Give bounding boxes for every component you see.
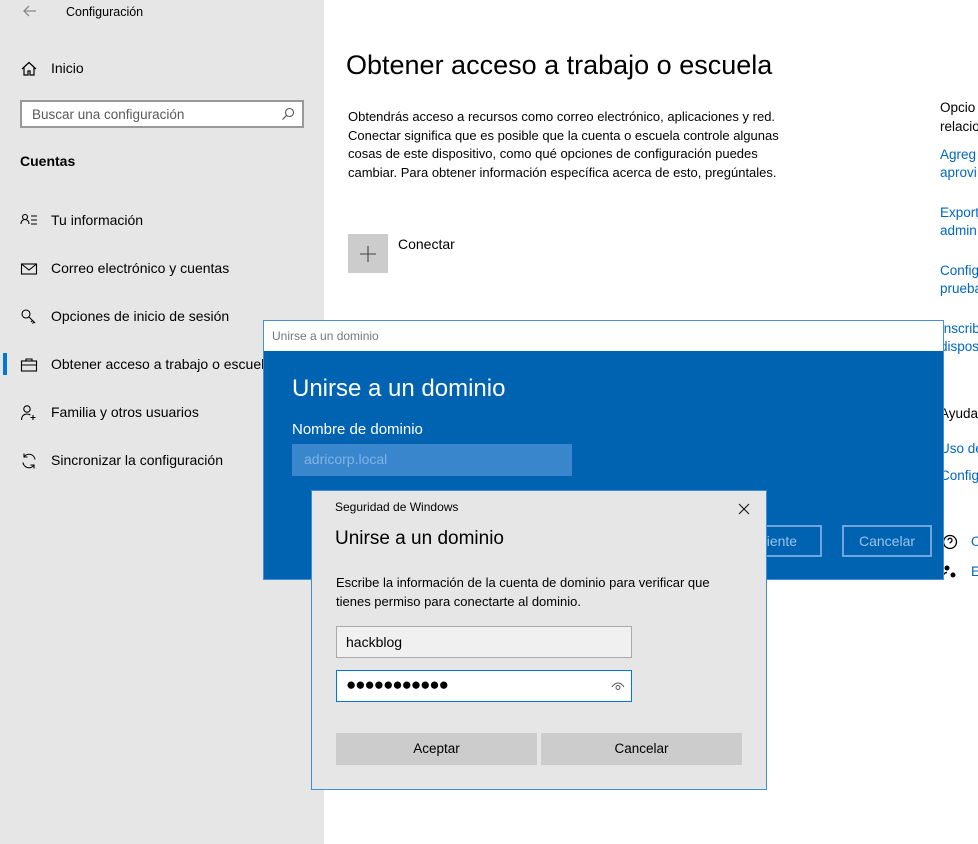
connect-button[interactable] <box>348 234 388 273</box>
page-title: Obtener acceso a trabajo o escuela <box>346 50 773 80</box>
security-dialog-message: Escribe la información de la cuenta de d… <box>336 575 710 609</box>
sidebar-item-label: Opciones de inicio de sesión <box>51 308 230 324</box>
dialog-heading: Unirse a un dominio <box>292 375 506 402</box>
key-icon <box>20 308 38 326</box>
mail-icon <box>20 260 38 278</box>
sidebar-item-label: Correo electrónico y cuentas <box>51 260 230 276</box>
related-link-enroll[interactable]: Inscrib <box>940 321 978 336</box>
briefcase-icon <box>20 356 38 374</box>
security-dialog-heading: Unirse a un dominio <box>335 528 504 549</box>
cancel-button[interactable]: Cancelar <box>842 525 932 557</box>
help-link-config[interactable]: Config <box>940 468 978 483</box>
page-description: Obtendrás acceso a recursos como correo … <box>348 109 779 181</box>
help-link-usage[interactable]: Uso de <box>940 441 978 456</box>
person-add-icon <box>20 404 38 422</box>
dialog-titlebar-text: Unirse a un dominio <box>272 329 379 343</box>
windows-security-dialog: Seguridad de Windows Unirse a un dominio… <box>311 490 767 790</box>
sidebar-item-label: Familia y otros usuarios <box>51 404 199 420</box>
domain-name-label: Nombre de dominio <box>292 421 423 438</box>
sidebar-item-your-info[interactable]: Tu información <box>0 201 324 241</box>
security-cancel-button[interactable]: Cancelar <box>541 733 742 765</box>
reveal-password-icon[interactable] <box>611 680 625 692</box>
dialog-titlebar[interactable]: Unirse a un dominio <box>264 321 943 351</box>
search-placeholder: Buscar una configuración <box>32 107 185 122</box>
plus-icon <box>359 245 377 268</box>
close-icon[interactable] <box>732 497 756 521</box>
password-field[interactable]: ●●●●●●●●●●● <box>336 670 632 702</box>
section-heading: Cuentas <box>20 153 76 169</box>
help-heading: Ayuda <box>940 406 978 421</box>
person-info-icon <box>20 212 38 230</box>
sidebar-item-label: Inicio <box>51 60 84 76</box>
sidebar-item-label: Sincronizar la configuración <box>51 452 223 468</box>
related-settings-heading: Opcio <box>940 100 976 115</box>
username-field[interactable]: hackblog <box>336 626 632 658</box>
related-settings-heading-2: relacio <box>940 119 978 134</box>
active-indicator <box>3 353 7 375</box>
connect-label[interactable]: Conectar <box>398 236 455 252</box>
security-dialog-title: Seguridad de Windows <box>335 500 459 514</box>
related-link-config-2[interactable]: prueba <box>940 281 978 296</box>
related-link-add-2[interactable]: aprovi <box>940 165 977 180</box>
help-icon[interactable] <box>942 534 958 555</box>
related-link-add[interactable]: Agreg <box>940 147 976 162</box>
accept-button[interactable]: Aceptar <box>336 733 537 765</box>
sidebar-item-email[interactable]: Correo electrónico y cuentas <box>0 249 324 289</box>
app-title: Configuración <box>66 5 144 19</box>
sync-icon <box>20 452 38 470</box>
feedback-link[interactable]: E <box>971 564 978 579</box>
get-help-link[interactable]: O <box>971 534 978 549</box>
sidebar-item-label: Obtener acceso a trabajo o escuela <box>51 356 273 372</box>
related-link-export-2[interactable]: admin <box>940 223 977 238</box>
sidebar-item-label: Tu información <box>51 212 144 228</box>
sidebar-item-home[interactable]: Inicio <box>0 49 324 89</box>
password-value: ●●●●●●●●●●● <box>346 675 449 694</box>
search-input[interactable]: Buscar una configuración <box>20 100 304 128</box>
home-icon <box>20 60 38 78</box>
username-value: hackblog <box>346 634 403 650</box>
feedback-icon[interactable] <box>942 564 958 585</box>
search-icon <box>281 107 295 121</box>
related-link-enroll-2[interactable]: dispos <box>940 339 978 354</box>
related-link-config[interactable]: Config <box>940 263 978 278</box>
domain-name-value: adricorp.local <box>304 451 388 467</box>
back-arrow-icon[interactable] <box>22 2 38 20</box>
related-link-export[interactable]: Export <box>940 205 978 220</box>
domain-name-input[interactable]: adricorp.local <box>292 444 572 476</box>
